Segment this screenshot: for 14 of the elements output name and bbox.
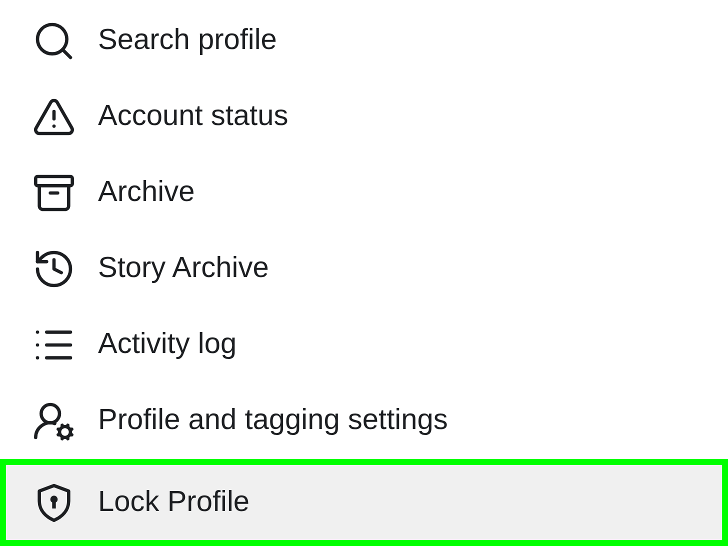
menu-item[interactable]: Search profile (0, 3, 728, 79)
menu-item-label: Story Archive (98, 251, 269, 286)
menu-item-label: Search profile (98, 23, 277, 58)
menu-item-label: Archive (98, 175, 195, 210)
menu-item-label: Profile and tagging settings (98, 403, 448, 438)
menu-item[interactable]: Archive (0, 155, 728, 231)
menu-item[interactable]: Account status (0, 79, 728, 155)
menu-item-label: Account status (98, 99, 288, 134)
menu-item[interactable]: Story Archive (0, 231, 728, 307)
menu-item-label: Activity log (98, 327, 237, 362)
menu-item-label: Lock Profile (98, 484, 250, 520)
menu-item[interactable]: Lock Profile (0, 459, 728, 546)
menu-item[interactable]: Activity log (0, 307, 728, 383)
menu-item[interactable]: Profile and tagging settings (0, 383, 728, 459)
